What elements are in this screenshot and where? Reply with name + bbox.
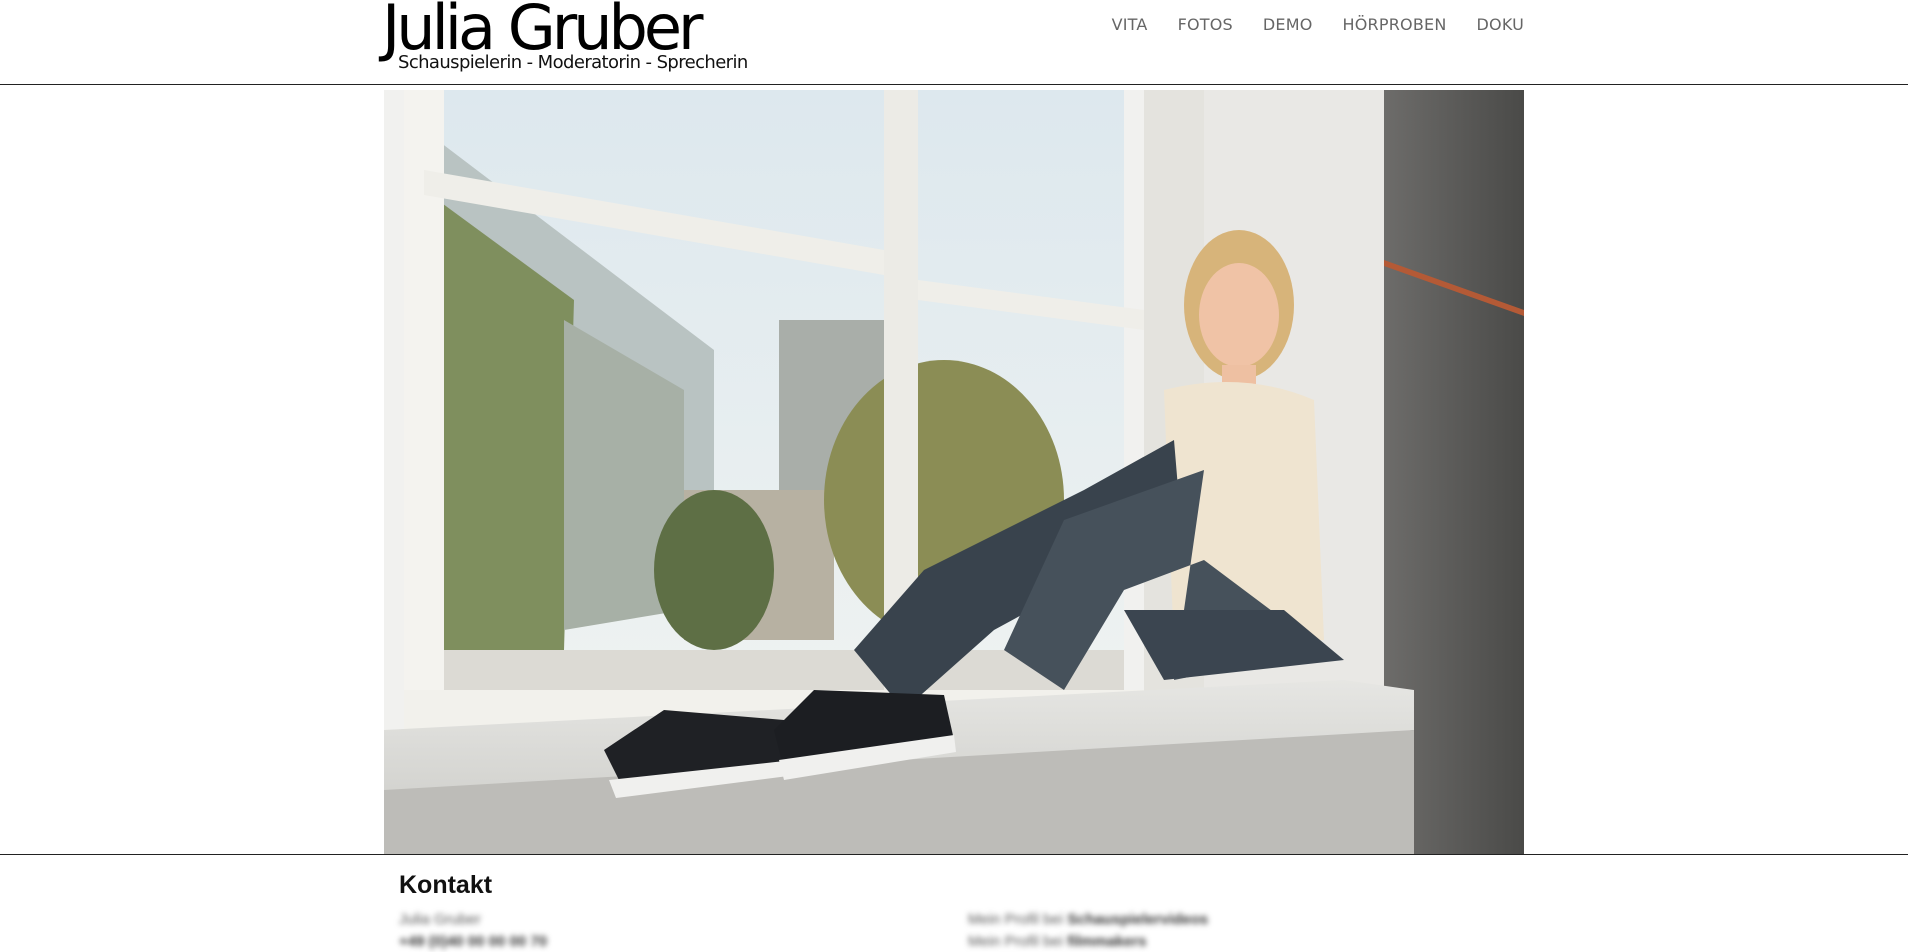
profile-link-2-prefix: Mein Profil bei [968, 933, 1064, 950]
hero-photo [384, 90, 1524, 854]
nav-item-fotos[interactable]: FOTOS [1178, 15, 1233, 34]
site-footer: Kontakt Julia Gruber +49 (0)40 00 00 00 … [0, 854, 1908, 952]
contact-phone-value[interactable]: +49 (0)40 00 00 00 70 [399, 933, 547, 950]
nav-item-demo[interactable]: DEMO [1263, 15, 1313, 34]
profile-link-1[interactable]: Mein Profil bei Schauspielervideos [968, 911, 1208, 928]
nav-item-vita[interactable]: VITA [1112, 15, 1148, 34]
site-header: Julia Gruber Schauspielerin - Moderatori… [0, 0, 1908, 85]
brand[interactable]: Julia Gruber Schauspielerin - Moderatori… [382, 0, 748, 73]
profile-link-2-target[interactable]: filmmakers [1067, 933, 1146, 950]
kontakt-heading: Kontakt [399, 871, 493, 899]
profile-link-2[interactable]: Mein Profil bei filmmakers [968, 933, 1146, 950]
profile-link-1-target[interactable]: Schauspielervideos [1067, 911, 1208, 928]
site-subtitle: Schauspielerin - Moderatorin - Sprecheri… [398, 52, 748, 73]
contact-phone[interactable]: +49 (0)40 00 00 00 70 [399, 933, 547, 950]
main-nav: VITA FOTOS DEMO HÖRPROBEN DOKU [1112, 15, 1524, 34]
profile-link-1-prefix: Mein Profil bei [968, 911, 1064, 928]
nav-item-hoerproben[interactable]: HÖRPROBEN [1343, 15, 1447, 34]
nav-item-doku[interactable]: DOKU [1477, 15, 1525, 34]
contact-name: Julia Gruber [399, 911, 481, 928]
hero-photo-illustration [384, 90, 1524, 854]
